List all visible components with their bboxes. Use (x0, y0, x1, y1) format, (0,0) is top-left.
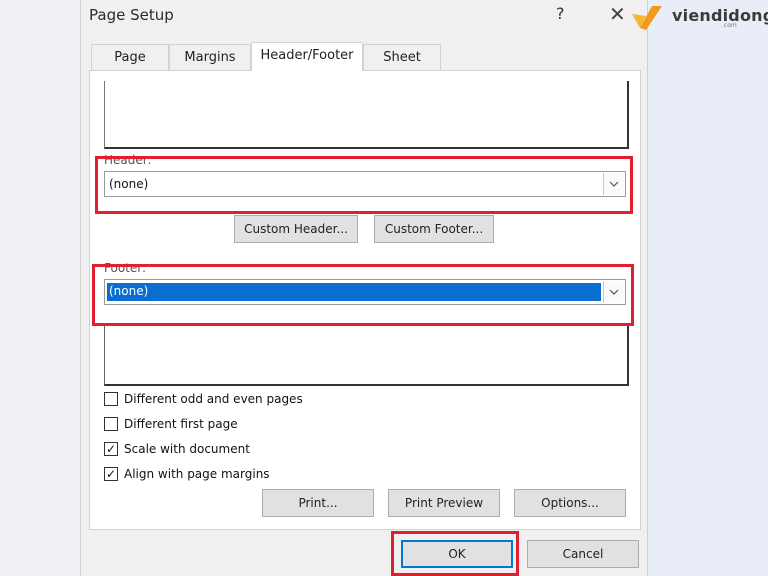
brand-logo: viendidong .com (630, 2, 768, 30)
option-label: Different first page (124, 417, 238, 431)
checkbox[interactable] (104, 392, 118, 406)
dialog-title: Page Setup (89, 6, 174, 24)
ok-button[interactable]: OK (401, 540, 513, 568)
footer-dropdown[interactable]: (none) (104, 279, 626, 305)
header-preview (104, 81, 629, 149)
page-setup-dialog: Page Setup ? ✕ Page Margins Header/Foote… (80, 0, 648, 576)
close-button[interactable]: ✕ (609, 2, 626, 26)
cancel-button[interactable]: Cancel (527, 540, 639, 568)
options-button[interactable]: Options... (514, 489, 626, 517)
help-button[interactable]: ? (556, 4, 565, 23)
checkbox[interactable]: ✓ (104, 467, 118, 481)
tab-margins[interactable]: Margins (169, 44, 251, 71)
header-footer-panel: Header: (none) Custom Header... Custom F… (89, 70, 641, 530)
selection-highlight (107, 283, 601, 301)
custom-header-button[interactable]: Custom Header... (234, 215, 358, 243)
footer-preview (104, 323, 629, 386)
tab-header-footer[interactable]: Header/Footer (251, 42, 363, 71)
checkbox[interactable]: ✓ (104, 442, 118, 456)
option-label: Align with page margins (124, 467, 270, 481)
print-button[interactable]: Print... (262, 489, 374, 517)
chevron-down-icon[interactable] (603, 281, 624, 303)
option-label: Different odd and even pages (124, 392, 303, 406)
tab-sheet[interactable]: Sheet (363, 44, 441, 71)
option-label: Scale with document (124, 442, 250, 456)
footer-dropdown-value: (none) (109, 284, 149, 298)
header-label: Header: (104, 153, 152, 167)
header-dropdown-value: (none) (109, 177, 149, 191)
footer-label: Footer: (104, 261, 147, 275)
header-dropdown[interactable]: (none) (104, 171, 626, 197)
brand-name: viendidong (672, 6, 768, 25)
checkbox[interactable] (104, 417, 118, 431)
print-preview-button[interactable]: Print Preview (388, 489, 500, 517)
custom-footer-button[interactable]: Custom Footer... (374, 215, 494, 243)
background-left (0, 0, 80, 576)
brand-logo-icon (632, 6, 662, 30)
brand-domain: .com (722, 22, 737, 29)
tab-page[interactable]: Page (91, 44, 169, 71)
chevron-down-icon[interactable] (603, 173, 624, 195)
